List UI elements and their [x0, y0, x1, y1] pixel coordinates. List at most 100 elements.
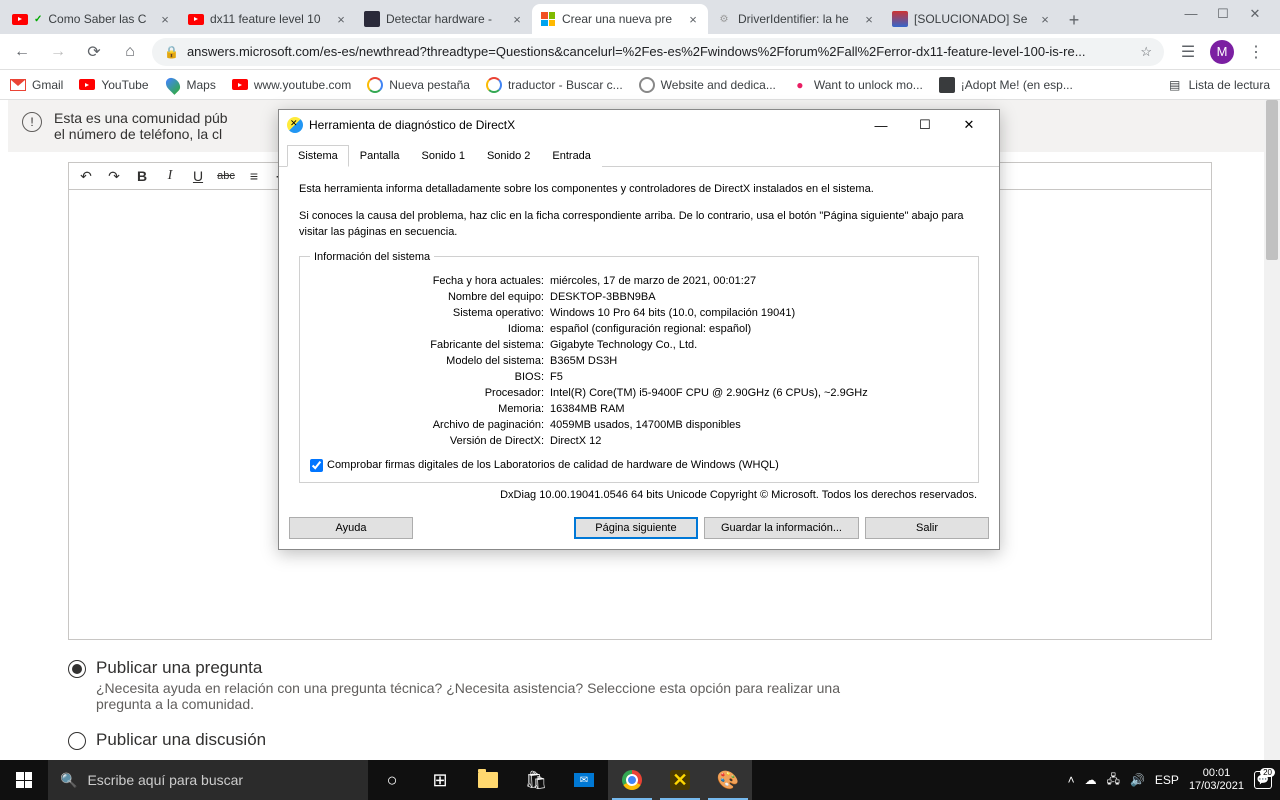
- reload-button[interactable]: ⟳: [80, 38, 108, 66]
- dxdiag-titlebar[interactable]: Herramienta de diagnóstico de DirectX — …: [279, 110, 999, 140]
- dot-icon: ●: [792, 77, 808, 93]
- underline-button[interactable]: U: [187, 165, 209, 187]
- bookmark-item[interactable]: ●Want to unlock mo...: [792, 77, 923, 93]
- menu-icon[interactable]: ⋮: [1244, 40, 1268, 64]
- minimize-button[interactable]: —: [1184, 6, 1198, 22]
- info-row: Fecha y hora actuales:miércoles, 17 de m…: [310, 275, 968, 287]
- browser-tab[interactable]: dx11 feature level 10 ×: [180, 4, 356, 34]
- bookmark-item[interactable]: Website and dedica...: [639, 77, 776, 93]
- close-button[interactable]: ✕: [1248, 6, 1262, 22]
- close-icon[interactable]: ×: [686, 12, 700, 26]
- tab-sonido1[interactable]: Sonido 1: [411, 145, 476, 167]
- profile-avatar[interactable]: M: [1210, 40, 1234, 64]
- tab-sistema[interactable]: Sistema: [287, 145, 349, 167]
- close-icon[interactable]: ×: [510, 12, 524, 26]
- dxdiag-window: Herramienta de diagnóstico de DirectX — …: [278, 109, 1000, 550]
- browser-tab[interactable]: Detectar hardware - ×: [356, 4, 532, 34]
- store-button[interactable]: 🛍: [512, 760, 560, 800]
- address-bar: ← → ⟳ ⌂ 🔒 answers.microsoft.com/es-es/ne…: [0, 34, 1280, 70]
- info-value: DESKTOP-3BBN9BA: [550, 291, 968, 303]
- checkbox-input[interactable]: [310, 459, 323, 472]
- url-field[interactable]: 🔒 answers.microsoft.com/es-es/newthread?…: [152, 38, 1164, 66]
- save-info-button[interactable]: Guardar la información...: [704, 517, 859, 539]
- onedrive-icon[interactable]: ☁: [1085, 773, 1097, 787]
- chrome-icon: [622, 770, 642, 790]
- close-icon[interactable]: ×: [862, 12, 876, 26]
- dxdiag-intro1: Esta herramienta informa detalladamente …: [299, 181, 979, 198]
- post-type-section: Publicar una pregunta ¿Necesita ayuda en…: [68, 658, 1212, 750]
- strikethrough-button[interactable]: abc: [215, 165, 237, 187]
- task-view-button[interactable]: ⊞: [416, 760, 464, 800]
- close-button[interactable]: ✕: [947, 111, 991, 139]
- notifications-button[interactable]: 💬20: [1254, 771, 1272, 789]
- forward-button[interactable]: →: [44, 38, 72, 66]
- tab-strip: ✓ Como Saber las C × dx11 feature level …: [0, 0, 1280, 34]
- bookmark-item[interactable]: YouTube: [79, 77, 148, 93]
- browser-tab[interactable]: ⚙ DriverIdentifier: la he ×: [708, 4, 884, 34]
- info-key: BIOS:: [310, 371, 550, 383]
- network-icon[interactable]: 🖧: [1107, 770, 1120, 791]
- whql-checkbox[interactable]: Comprobar firmas digitales de los Labora…: [310, 459, 968, 472]
- list-button[interactable]: ≡: [243, 165, 265, 187]
- explorer-button[interactable]: [464, 760, 512, 800]
- start-button[interactable]: [0, 760, 48, 800]
- taskbar-search[interactable]: 🔍 Escribe aquí para buscar: [48, 760, 368, 800]
- next-page-button[interactable]: Página siguiente: [574, 517, 698, 539]
- browser-tab[interactable]: [SOLUCIONADO] Se ×: [884, 4, 1060, 34]
- mail-icon: ✉: [574, 773, 594, 787]
- dxdiag-tabs: Sistema Pantalla Sonido 1 Sonido 2 Entra…: [279, 140, 999, 167]
- bookmark-item[interactable]: Gmail: [10, 78, 63, 92]
- info-key: Modelo del sistema:: [310, 355, 550, 367]
- bookmark-item[interactable]: traductor - Buscar c...: [486, 77, 623, 93]
- home-button[interactable]: ⌂: [116, 38, 144, 66]
- info-key: Idioma:: [310, 323, 550, 335]
- maximize-button[interactable]: ☐: [903, 111, 947, 139]
- close-icon[interactable]: ×: [334, 12, 348, 26]
- bookmark-item[interactable]: Maps: [165, 77, 216, 93]
- exit-button[interactable]: Salir: [865, 517, 989, 539]
- scrollbar[interactable]: [1264, 100, 1280, 760]
- tray-chevron-icon[interactable]: ˄: [1068, 773, 1075, 787]
- chrome-button[interactable]: [608, 760, 656, 800]
- italic-button[interactable]: I: [159, 165, 181, 187]
- info-row: Modelo del sistema:B365M DS3H: [310, 355, 968, 367]
- language-indicator[interactable]: ESP: [1155, 773, 1179, 787]
- cortana-button[interactable]: ○: [368, 760, 416, 800]
- new-tab-button[interactable]: +: [1060, 6, 1088, 34]
- radio-description: ¿Necesita ayuda en relación con una preg…: [96, 680, 856, 712]
- minimize-button[interactable]: —: [859, 111, 903, 139]
- mail-button[interactable]: ✉: [560, 760, 608, 800]
- tab-entrada[interactable]: Entrada: [541, 145, 602, 167]
- help-button[interactable]: Ayuda: [289, 517, 413, 539]
- info-value: Intel(R) Core(TM) i5-9400F CPU @ 2.90GHz…: [550, 387, 968, 399]
- browser-tab-active[interactable]: Crear una nueva pre ×: [532, 4, 708, 34]
- tab-pantalla[interactable]: Pantalla: [349, 145, 411, 167]
- reading-list-icon[interactable]: ☰: [1176, 40, 1200, 64]
- info-key: Archivo de paginación:: [310, 419, 550, 431]
- search-icon: 🔍: [60, 772, 77, 789]
- close-icon[interactable]: ×: [1038, 12, 1052, 26]
- reading-list-button[interactable]: ▤Lista de lectura: [1167, 77, 1270, 93]
- close-icon[interactable]: ×: [158, 12, 172, 26]
- radio-option-question[interactable]: Publicar una pregunta ¿Necesita ayuda en…: [68, 658, 1212, 712]
- volume-icon[interactable]: 🔊: [1130, 773, 1145, 787]
- taskbar-clock[interactable]: 00:01 17/03/2021: [1189, 767, 1244, 793]
- redo-button[interactable]: ↷: [103, 165, 125, 187]
- undo-button[interactable]: ↶: [75, 165, 97, 187]
- bookmark-item[interactable]: www.youtube.com: [232, 77, 351, 93]
- bold-button[interactable]: B: [131, 165, 153, 187]
- browser-tab[interactable]: ✓ Como Saber las C ×: [4, 4, 180, 34]
- dxdiag-taskbar-button[interactable]: ✕: [656, 760, 704, 800]
- bookmark-item[interactable]: Nueva pestaña: [367, 77, 470, 93]
- back-button[interactable]: ←: [8, 38, 36, 66]
- maximize-button[interactable]: ☐: [1216, 6, 1230, 22]
- info-row: Archivo de paginación:4059MB usados, 147…: [310, 419, 968, 431]
- radio-icon: [68, 660, 86, 678]
- star-icon[interactable]: ☆: [1140, 44, 1152, 60]
- radio-option-discussion[interactable]: Publicar una discusión: [68, 730, 1212, 750]
- tab-sonido2[interactable]: Sonido 2: [476, 145, 541, 167]
- dxdiag-buttons: Ayuda Página siguiente Guardar la inform…: [279, 511, 999, 549]
- tab-title: Como Saber las C: [48, 12, 152, 26]
- paint-button[interactable]: 🎨: [704, 760, 752, 800]
- bookmark-item[interactable]: ¡Adopt Me! (en esp...: [939, 77, 1073, 93]
